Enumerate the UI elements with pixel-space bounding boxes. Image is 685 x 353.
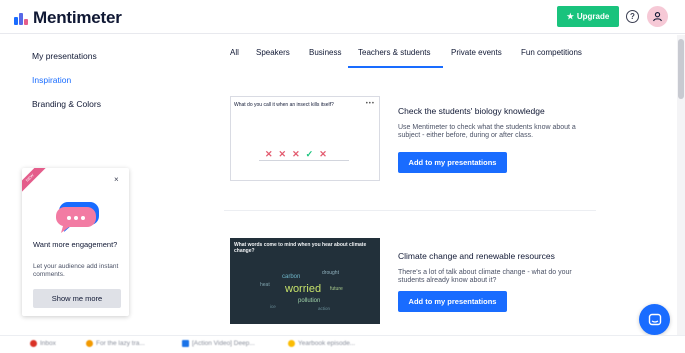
popup-description: Let your audience add instant comments.: [33, 263, 119, 278]
cloud-word: pollution: [298, 298, 320, 304]
cloud-word: ice: [270, 304, 276, 309]
page-scrollbar[interactable]: [677, 35, 685, 335]
cross-icon: ✕: [292, 149, 300, 159]
close-icon[interactable]: ×: [114, 175, 119, 184]
folder-icon: [86, 340, 93, 347]
tab-business[interactable]: Business: [309, 48, 341, 57]
scrollbar-thumb[interactable]: [678, 39, 684, 99]
template-thumbnail-biology[interactable]: What do you call it when an insect kills…: [230, 96, 380, 181]
card-title: Climate change and renewable resources: [398, 251, 555, 261]
speech-bubble-icon: [56, 202, 99, 233]
upgrade-label: Upgrade: [576, 12, 610, 21]
upgrade-button[interactable]: ★ Upgrade: [557, 6, 619, 27]
logo-text: Mentimeter: [33, 8, 122, 27]
cross-icon: ✕: [265, 149, 273, 159]
check-icon: ✓: [305, 149, 314, 159]
cloud-word: future: [330, 286, 343, 292]
thumbnail-question: What do you call it when an insect kills…: [234, 102, 334, 108]
bookmark-label: Yearbook episode...: [298, 340, 356, 347]
template-thumbnail-climate[interactable]: What words come to mind when you hear ab…: [230, 238, 380, 324]
more-icon: •••: [365, 101, 375, 107]
avatar[interactable]: [647, 6, 668, 27]
bookmark-label: For the lazy tra...: [96, 340, 145, 347]
bookmark-label: [Action Video] Deep...: [192, 340, 255, 347]
bookmark-item[interactable]: For the lazy tra...: [86, 340, 145, 347]
bookmark-item[interactable]: [Action Video] Deep...: [182, 340, 255, 347]
video-icon: [182, 340, 189, 347]
sidebar-item-branding-colors[interactable]: Branding & Colors: [32, 99, 101, 109]
quiz-marks: ✕ ✕ ✕ ✓ ✕: [265, 149, 327, 160]
mentimeter-logo[interactable]: Mentimeter: [14, 8, 122, 28]
card-description: Use Mentimeter to check what the student…: [398, 124, 576, 140]
popup-title: Want more engagement?: [33, 240, 118, 249]
tab-speakers[interactable]: Speakers: [256, 48, 290, 57]
engagement-popup: NEW × Want more engagement? Let your aud…: [22, 168, 129, 316]
add-to-presentations-button[interactable]: Add to my presentations: [398, 291, 507, 312]
chat-icon: [648, 313, 661, 325]
bookmarks-bar: Inbox For the lazy tra... [Action Video]…: [0, 335, 685, 353]
sidebar-item-my-presentations[interactable]: My presentations: [32, 51, 97, 61]
card-description: There's a lot of talk about climate chan…: [398, 269, 572, 285]
cloud-word: carbon: [282, 274, 300, 280]
cloud-word: action: [318, 306, 331, 311]
tab-fun-competitions[interactable]: Fun competitions: [521, 48, 582, 57]
word-cloud: worried carbon pollution drought heat fu…: [260, 270, 343, 311]
cross-icon: ✕: [319, 149, 327, 159]
bookmark-item[interactable]: Inbox: [30, 340, 56, 347]
sidebar-item-inspiration[interactable]: Inspiration: [32, 75, 71, 85]
tab-all[interactable]: All: [230, 48, 239, 57]
cloud-word: drought: [322, 270, 340, 276]
user-icon: [653, 12, 662, 22]
logo-bars-icon: [14, 11, 28, 25]
new-ribbon: NEW: [22, 168, 49, 197]
add-to-presentations-button[interactable]: Add to my presentations: [398, 152, 507, 173]
top-header: Mentimeter ★ Upgrade ?: [0, 0, 685, 34]
bookmark-label: Inbox: [40, 340, 56, 347]
show-me-more-button[interactable]: Show me more: [33, 289, 121, 308]
category-tabs: All Speakers Business Teachers & student…: [224, 44, 596, 68]
tab-private-events[interactable]: Private events: [451, 48, 502, 57]
chat-launcher-button[interactable]: [639, 304, 670, 335]
baseline-divider: [259, 160, 349, 161]
bookmark-item[interactable]: Yearbook episode...: [288, 340, 355, 347]
thumbnail-question: What words come to mind when you hear ab…: [234, 242, 367, 255]
star-icon: ★: [566, 12, 574, 21]
help-icon[interactable]: ?: [626, 10, 639, 23]
tab-teachers-students[interactable]: Teachers & students: [358, 48, 430, 57]
bookmark-icon: [288, 340, 295, 347]
card-divider: [224, 210, 596, 211]
mail-icon: [30, 340, 37, 347]
card-title: Check the students' biology knowledge: [398, 106, 545, 116]
active-tab-indicator: [348, 66, 443, 68]
cross-icon: ✕: [278, 149, 287, 159]
cloud-word: heat: [260, 282, 270, 288]
cloud-word: worried: [284, 283, 321, 295]
